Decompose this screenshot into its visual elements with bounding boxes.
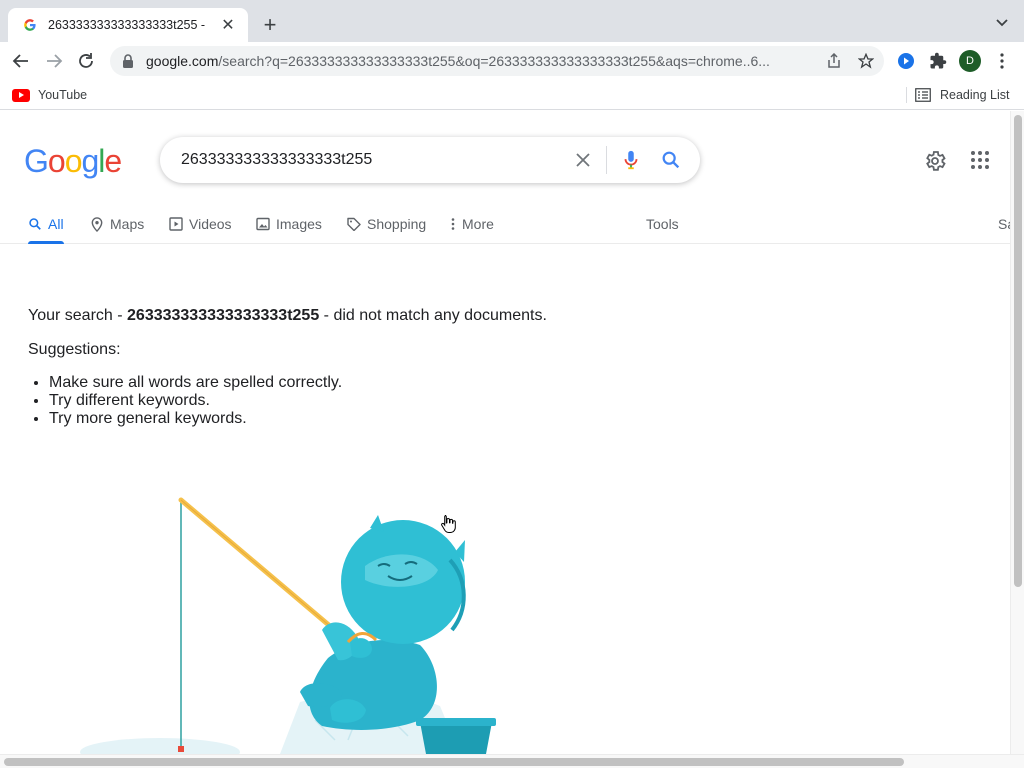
tab-more[interactable]: More	[450, 204, 494, 244]
list-item: Try more general keywords.	[49, 410, 728, 428]
forward-button[interactable]	[42, 49, 66, 73]
browser-menu-icon[interactable]	[992, 51, 1012, 71]
browser-tab[interactable]: 263333333333333333t255 - ✕	[8, 8, 248, 42]
reading-list-icon	[915, 88, 931, 102]
clear-search-icon[interactable]	[572, 149, 594, 171]
reload-button[interactable]	[74, 49, 98, 73]
list-item: Try different keywords.	[49, 392, 728, 410]
vertical-scroll-thumb[interactable]	[1014, 115, 1022, 587]
tab-search-chevron-icon[interactable]	[994, 14, 1010, 30]
vertical-scrollbar[interactable]	[1010, 111, 1024, 754]
horizontal-scrollbar[interactable]	[0, 754, 1024, 768]
tab-strip: 263333333333333333t255 - ✕ +	[0, 0, 1024, 42]
logo-letter: e	[104, 143, 122, 179]
tab-shopping[interactable]: Shopping	[347, 204, 426, 244]
map-pin-icon	[90, 216, 104, 232]
logo-letter: o	[64, 143, 83, 179]
search-box[interactable]: 263333333333333333t255	[160, 137, 700, 183]
share-icon[interactable]	[826, 52, 842, 69]
tag-icon	[347, 217, 361, 231]
tab-maps[interactable]: Maps	[90, 204, 144, 244]
google-favicon-icon	[22, 17, 38, 33]
new-tab-button[interactable]: +	[258, 12, 282, 37]
reading-list-button[interactable]: Reading List	[915, 86, 1010, 104]
reload-icon	[79, 53, 93, 68]
bookmark-star-icon[interactable]	[857, 52, 875, 69]
image-icon	[256, 217, 270, 231]
extension-video-icon[interactable]	[896, 51, 916, 71]
suggestions-list: Make sure all words are spelled correctl…	[28, 374, 728, 428]
search-submit-icon[interactable]	[660, 149, 682, 171]
forward-arrow-icon	[47, 54, 63, 68]
tab-title: 263333333333333333t255 -	[48, 18, 206, 32]
search-tabs: All Maps Videos Images Shopping More Too…	[0, 204, 1010, 244]
youtube-icon	[12, 88, 30, 102]
tab-all[interactable]: All	[28, 204, 64, 244]
bookmarks-bar: YouTube Reading List	[0, 80, 1024, 110]
microphone-icon[interactable]	[620, 149, 642, 171]
address-bar[interactable]: google.com/search?q=263333333333333333t2…	[110, 46, 884, 76]
safesearch-button[interactable]: Sa	[998, 204, 1010, 244]
no-results-message: Your search - 263333333333333333t255 - d…	[28, 306, 728, 428]
url-text: google.com/search?q=263333333333333333t2…	[146, 53, 770, 69]
no-match-text: Your search - 263333333333333333t255 - d…	[28, 307, 547, 324]
tab-videos[interactable]: Videos	[169, 204, 232, 244]
bookmark-youtube[interactable]: YouTube	[12, 86, 87, 104]
profile-avatar[interactable]: D	[959, 50, 981, 72]
logo-letter: g	[81, 143, 99, 179]
suggestions-heading: Suggestions:	[28, 341, 121, 358]
lock-icon[interactable]	[122, 54, 136, 68]
list-item: Make sure all words are spelled correctl…	[49, 374, 728, 392]
search-box-divider	[606, 146, 607, 174]
more-vert-icon	[450, 217, 456, 231]
horizontal-scroll-thumb[interactable]	[4, 758, 904, 766]
tab-images[interactable]: Images	[256, 204, 322, 244]
video-icon	[169, 217, 183, 231]
tools-button[interactable]: Tools	[646, 204, 679, 244]
back-arrow-icon	[12, 54, 28, 68]
browser-toolbar: google.com/search?q=263333333333333333t2…	[0, 42, 1024, 80]
logo-letter: G	[24, 143, 49, 179]
hand-cursor-icon	[441, 515, 456, 533]
google-logo[interactable]: Google	[24, 143, 122, 180]
extensions-puzzle-icon[interactable]	[928, 51, 948, 71]
search-icon	[28, 217, 42, 231]
bookmarks-divider	[906, 87, 907, 103]
google-apps-icon[interactable]	[970, 150, 992, 172]
query-echo: 263333333333333333t255	[127, 307, 320, 324]
logo-letter: o	[47, 143, 66, 179]
settings-gear-icon[interactable]	[923, 149, 947, 173]
fishing-yeti-illustration	[80, 497, 496, 754]
tab-close-icon[interactable]: ✕	[218, 15, 238, 35]
back-button[interactable]	[9, 49, 33, 73]
